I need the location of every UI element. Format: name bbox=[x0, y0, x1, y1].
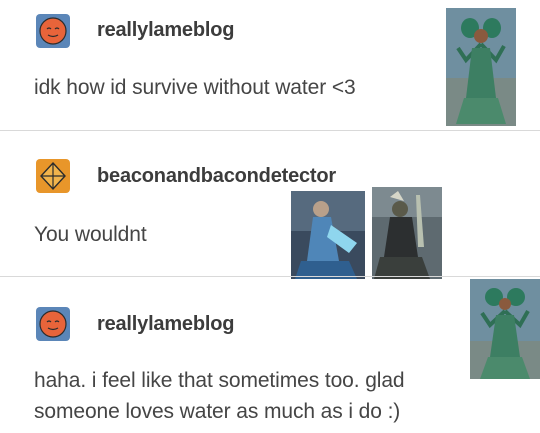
post-1: reallylameblog idk how id survive withou… bbox=[0, 0, 540, 130]
username[interactable]: reallylameblog bbox=[97, 19, 234, 42]
smiley-avatar-icon bbox=[36, 307, 70, 341]
diamond-avatar-icon bbox=[36, 159, 70, 193]
post-text-line-2: someone loves water as much as i do :) bbox=[34, 400, 401, 423]
avatar[interactable] bbox=[36, 159, 70, 193]
post-2: beaconandbacondetector You wouldnt bbox=[0, 131, 540, 279]
dark-armored-character-image bbox=[372, 187, 442, 279]
avatar[interactable] bbox=[36, 307, 70, 341]
post-3: reallylameblog haha. i feel like that so… bbox=[0, 277, 540, 433]
post-text: You wouldnt bbox=[34, 223, 147, 246]
post-text: idk how id survive without water <3 bbox=[34, 76, 356, 99]
blue-robed-character-image bbox=[291, 191, 365, 279]
username[interactable]: beaconandbacondetector bbox=[97, 165, 336, 188]
smiley-avatar-icon bbox=[36, 14, 70, 48]
green-haired-character-image bbox=[470, 279, 540, 379]
post-text-line-1: haha. i feel like that sometimes too. gl… bbox=[34, 369, 405, 392]
avatar[interactable] bbox=[36, 14, 70, 48]
green-haired-character-image bbox=[446, 8, 516, 126]
username[interactable]: reallylameblog bbox=[97, 313, 234, 336]
